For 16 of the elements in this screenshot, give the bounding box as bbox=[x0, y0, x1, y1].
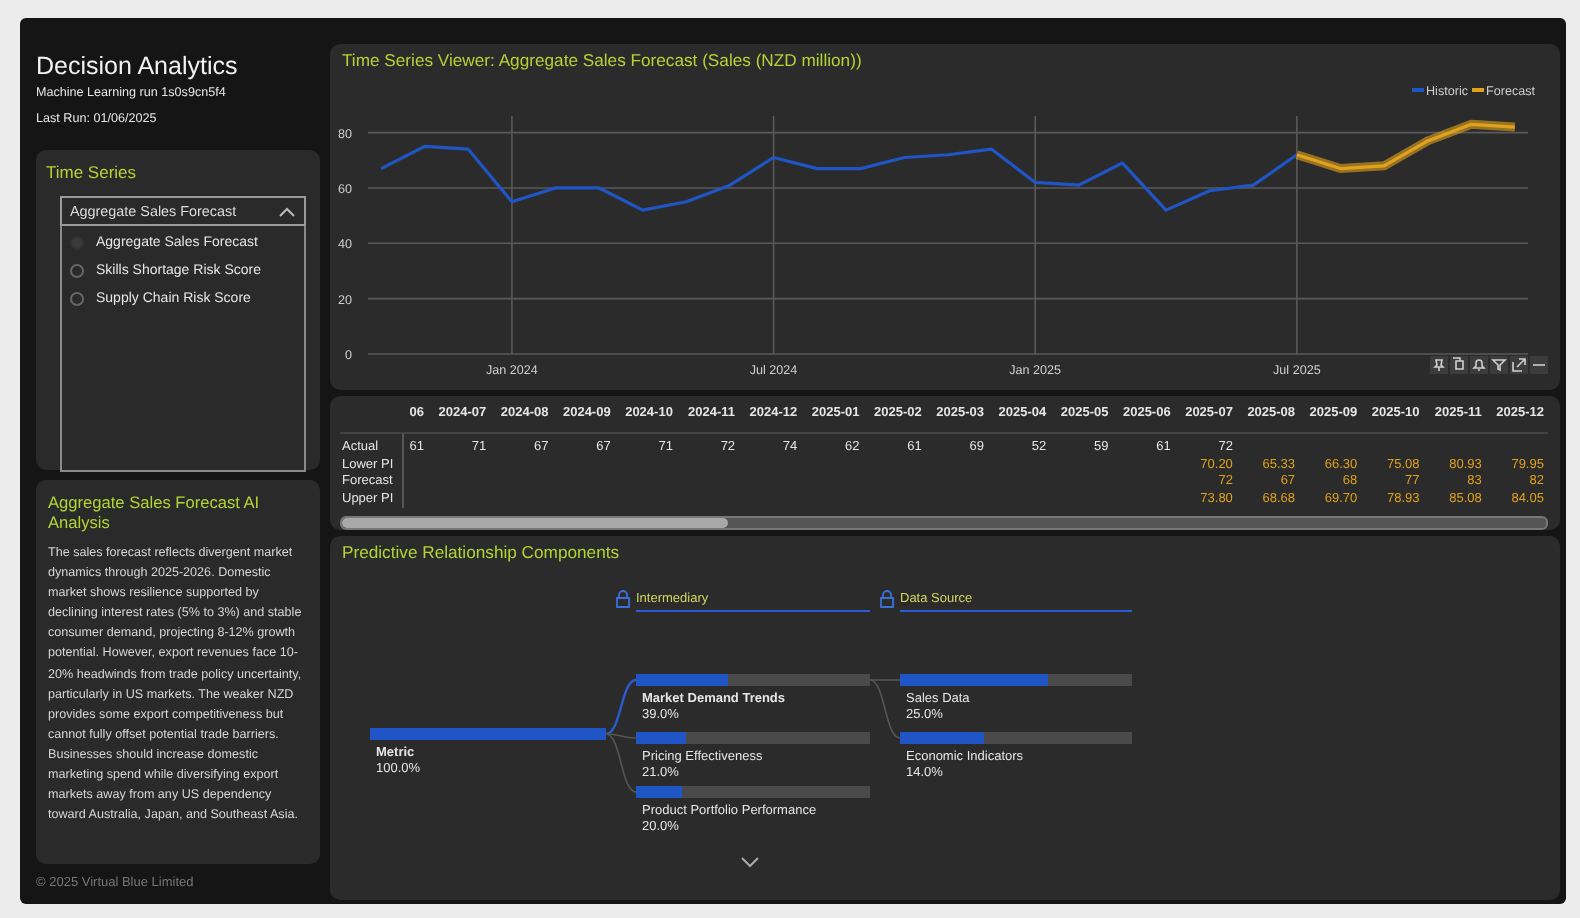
pin-icon[interactable] bbox=[1430, 356, 1448, 374]
horizontal-scrollbar[interactable] bbox=[340, 516, 1548, 531]
expand-icon[interactable] bbox=[1510, 356, 1528, 374]
chevron-down-icon[interactable] bbox=[740, 856, 760, 868]
copy-icon[interactable] bbox=[1450, 356, 1468, 374]
scrollbar-thumb[interactable] bbox=[342, 518, 728, 529]
minus-icon[interactable] bbox=[1530, 356, 1548, 374]
chart-title: Time Series Viewer: Aggregate Sales Forecast (Sales (NZD million)) bbox=[340, 48, 864, 74]
panel-title: Predictive Relationship Components bbox=[340, 540, 622, 566]
analysis-title: Aggregate Sales Forecast AI Analysis bbox=[48, 492, 262, 532]
radio-button[interactable] bbox=[70, 263, 84, 277]
app-title: Decision Analytics bbox=[36, 52, 240, 80]
bell-icon[interactable] bbox=[1470, 356, 1488, 374]
panel-title: Time Series bbox=[46, 162, 139, 182]
filter-icon[interactable] bbox=[1490, 356, 1508, 374]
radio-button[interactable] bbox=[70, 291, 84, 305]
